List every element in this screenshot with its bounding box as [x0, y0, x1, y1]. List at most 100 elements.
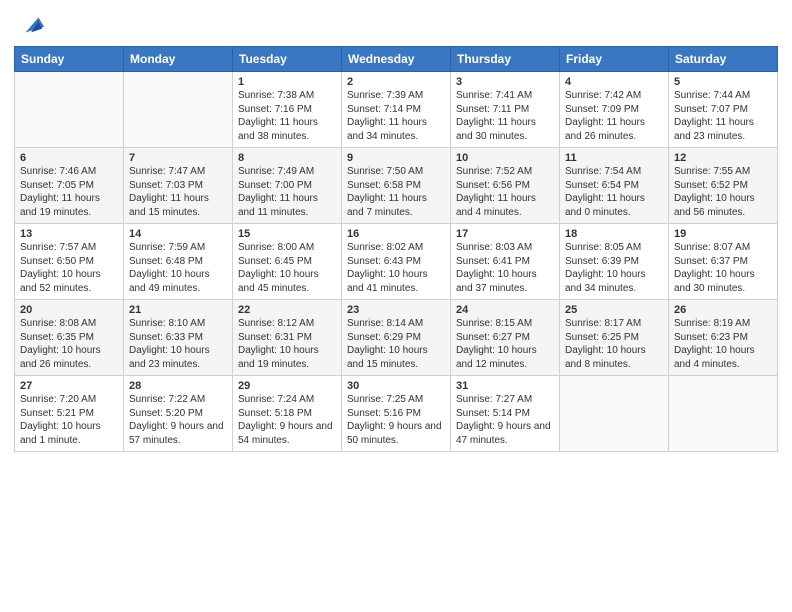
day-info: Sunrise: 8:14 AM Sunset: 6:29 PM Dayligh…: [347, 317, 445, 371]
calendar-cell: 27Sunrise: 7:20 AM Sunset: 5:21 PM Dayli…: [15, 376, 124, 452]
day-info: Sunrise: 7:39 AM Sunset: 7:14 PM Dayligh…: [347, 89, 445, 143]
calendar-cell: 22Sunrise: 8:12 AM Sunset: 6:31 PM Dayli…: [233, 300, 342, 376]
day-number: 5: [674, 76, 772, 88]
day-number: 15: [238, 228, 336, 240]
calendar-cell: 10Sunrise: 7:52 AM Sunset: 6:56 PM Dayli…: [451, 148, 560, 224]
calendar-cell: 8Sunrise: 7:49 AM Sunset: 7:00 PM Daylig…: [233, 148, 342, 224]
calendar-cell: 16Sunrise: 8:02 AM Sunset: 6:43 PM Dayli…: [342, 224, 451, 300]
calendar-cell: 11Sunrise: 7:54 AM Sunset: 6:54 PM Dayli…: [560, 148, 669, 224]
calendar-cell: [15, 72, 124, 148]
day-info: Sunrise: 7:22 AM Sunset: 5:20 PM Dayligh…: [129, 393, 227, 447]
day-info: Sunrise: 7:49 AM Sunset: 7:00 PM Dayligh…: [238, 165, 336, 219]
day-info: Sunrise: 8:00 AM Sunset: 6:45 PM Dayligh…: [238, 241, 336, 295]
calendar-cell: 20Sunrise: 8:08 AM Sunset: 6:35 PM Dayli…: [15, 300, 124, 376]
calendar-cell: 15Sunrise: 8:00 AM Sunset: 6:45 PM Dayli…: [233, 224, 342, 300]
col-header-wednesday: Wednesday: [342, 47, 451, 72]
day-info: Sunrise: 7:25 AM Sunset: 5:16 PM Dayligh…: [347, 393, 445, 447]
calendar-cell: 21Sunrise: 8:10 AM Sunset: 6:33 PM Dayli…: [124, 300, 233, 376]
day-number: 10: [456, 152, 554, 164]
calendar-cell: 25Sunrise: 8:17 AM Sunset: 6:25 PM Dayli…: [560, 300, 669, 376]
day-info: Sunrise: 7:59 AM Sunset: 6:48 PM Dayligh…: [129, 241, 227, 295]
day-number: 12: [674, 152, 772, 164]
day-info: Sunrise: 7:50 AM Sunset: 6:58 PM Dayligh…: [347, 165, 445, 219]
day-number: 29: [238, 380, 336, 392]
day-info: Sunrise: 8:08 AM Sunset: 6:35 PM Dayligh…: [20, 317, 118, 371]
calendar-cell: [669, 376, 778, 452]
calendar-week-4: 20Sunrise: 8:08 AM Sunset: 6:35 PM Dayli…: [15, 300, 778, 376]
day-number: 31: [456, 380, 554, 392]
day-number: 13: [20, 228, 118, 240]
calendar-cell: 30Sunrise: 7:25 AM Sunset: 5:16 PM Dayli…: [342, 376, 451, 452]
calendar-week-5: 27Sunrise: 7:20 AM Sunset: 5:21 PM Dayli…: [15, 376, 778, 452]
day-info: Sunrise: 8:07 AM Sunset: 6:37 PM Dayligh…: [674, 241, 772, 295]
calendar-cell: 7Sunrise: 7:47 AM Sunset: 7:03 PM Daylig…: [124, 148, 233, 224]
calendar-cell: 31Sunrise: 7:27 AM Sunset: 5:14 PM Dayli…: [451, 376, 560, 452]
day-info: Sunrise: 7:46 AM Sunset: 7:05 PM Dayligh…: [20, 165, 118, 219]
day-number: 19: [674, 228, 772, 240]
day-info: Sunrise: 7:27 AM Sunset: 5:14 PM Dayligh…: [456, 393, 554, 447]
day-info: Sunrise: 7:20 AM Sunset: 5:21 PM Dayligh…: [20, 393, 118, 447]
calendar-week-3: 13Sunrise: 7:57 AM Sunset: 6:50 PM Dayli…: [15, 224, 778, 300]
calendar-cell: 23Sunrise: 8:14 AM Sunset: 6:29 PM Dayli…: [342, 300, 451, 376]
day-info: Sunrise: 8:15 AM Sunset: 6:27 PM Dayligh…: [456, 317, 554, 371]
day-number: 18: [565, 228, 663, 240]
day-number: 24: [456, 304, 554, 316]
col-header-sunday: Sunday: [15, 47, 124, 72]
day-info: Sunrise: 8:05 AM Sunset: 6:39 PM Dayligh…: [565, 241, 663, 295]
calendar-week-1: 1Sunrise: 7:38 AM Sunset: 7:16 PM Daylig…: [15, 72, 778, 148]
day-info: Sunrise: 7:52 AM Sunset: 6:56 PM Dayligh…: [456, 165, 554, 219]
day-number: 20: [20, 304, 118, 316]
day-info: Sunrise: 7:41 AM Sunset: 7:11 PM Dayligh…: [456, 89, 554, 143]
col-header-friday: Friday: [560, 47, 669, 72]
day-number: 28: [129, 380, 227, 392]
day-info: Sunrise: 8:03 AM Sunset: 6:41 PM Dayligh…: [456, 241, 554, 295]
calendar-cell: 24Sunrise: 8:15 AM Sunset: 6:27 PM Dayli…: [451, 300, 560, 376]
day-info: Sunrise: 8:19 AM Sunset: 6:23 PM Dayligh…: [674, 317, 772, 371]
logo: [14, 14, 46, 38]
day-info: Sunrise: 7:54 AM Sunset: 6:54 PM Dayligh…: [565, 165, 663, 219]
calendar-cell: 28Sunrise: 7:22 AM Sunset: 5:20 PM Dayli…: [124, 376, 233, 452]
calendar-cell: 12Sunrise: 7:55 AM Sunset: 6:52 PM Dayli…: [669, 148, 778, 224]
day-number: 9: [347, 152, 445, 164]
day-number: 7: [129, 152, 227, 164]
day-number: 6: [20, 152, 118, 164]
col-header-tuesday: Tuesday: [233, 47, 342, 72]
day-number: 23: [347, 304, 445, 316]
day-number: 22: [238, 304, 336, 316]
day-info: Sunrise: 7:55 AM Sunset: 6:52 PM Dayligh…: [674, 165, 772, 219]
page-header: [14, 10, 778, 38]
day-info: Sunrise: 7:44 AM Sunset: 7:07 PM Dayligh…: [674, 89, 772, 143]
calendar-cell: 9Sunrise: 7:50 AM Sunset: 6:58 PM Daylig…: [342, 148, 451, 224]
day-info: Sunrise: 7:42 AM Sunset: 7:09 PM Dayligh…: [565, 89, 663, 143]
day-info: Sunrise: 7:57 AM Sunset: 6:50 PM Dayligh…: [20, 241, 118, 295]
day-number: 25: [565, 304, 663, 316]
day-info: Sunrise: 8:02 AM Sunset: 6:43 PM Dayligh…: [347, 241, 445, 295]
day-info: Sunrise: 7:38 AM Sunset: 7:16 PM Dayligh…: [238, 89, 336, 143]
col-header-monday: Monday: [124, 47, 233, 72]
day-number: 21: [129, 304, 227, 316]
day-number: 26: [674, 304, 772, 316]
day-info: Sunrise: 8:12 AM Sunset: 6:31 PM Dayligh…: [238, 317, 336, 371]
calendar-cell: 13Sunrise: 7:57 AM Sunset: 6:50 PM Dayli…: [15, 224, 124, 300]
day-number: 8: [238, 152, 336, 164]
day-number: 14: [129, 228, 227, 240]
day-number: 30: [347, 380, 445, 392]
day-info: Sunrise: 8:10 AM Sunset: 6:33 PM Dayligh…: [129, 317, 227, 371]
day-number: 4: [565, 76, 663, 88]
col-header-saturday: Saturday: [669, 47, 778, 72]
day-number: 11: [565, 152, 663, 164]
calendar-cell: [560, 376, 669, 452]
day-number: 2: [347, 76, 445, 88]
logo-icon: [18, 10, 46, 38]
day-number: 27: [20, 380, 118, 392]
day-info: Sunrise: 7:24 AM Sunset: 5:18 PM Dayligh…: [238, 393, 336, 447]
day-info: Sunrise: 7:47 AM Sunset: 7:03 PM Dayligh…: [129, 165, 227, 219]
calendar-cell: 4Sunrise: 7:42 AM Sunset: 7:09 PM Daylig…: [560, 72, 669, 148]
day-number: 16: [347, 228, 445, 240]
calendar-cell: 2Sunrise: 7:39 AM Sunset: 7:14 PM Daylig…: [342, 72, 451, 148]
calendar-cell: 19Sunrise: 8:07 AM Sunset: 6:37 PM Dayli…: [669, 224, 778, 300]
calendar-cell: 14Sunrise: 7:59 AM Sunset: 6:48 PM Dayli…: [124, 224, 233, 300]
col-header-thursday: Thursday: [451, 47, 560, 72]
calendar-cell: 6Sunrise: 7:46 AM Sunset: 7:05 PM Daylig…: [15, 148, 124, 224]
calendar-cell: [124, 72, 233, 148]
